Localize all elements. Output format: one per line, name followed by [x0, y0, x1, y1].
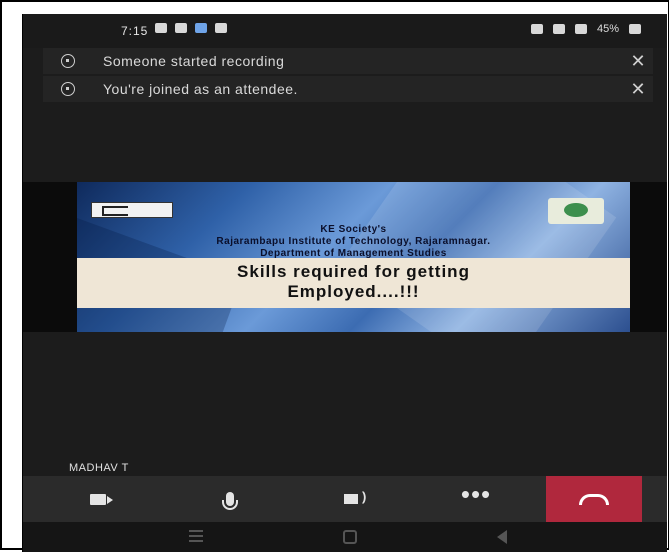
recent-apps-icon[interactable] — [189, 530, 203, 544]
camera-icon — [90, 493, 113, 505]
navigation-icon — [175, 23, 187, 33]
more-icon: ••• — [460, 479, 492, 509]
presentation-slide: KE Society's Rajarambapu Institute of Te… — [77, 182, 630, 332]
wifi-icon — [574, 24, 587, 34]
slide-org-line: Rajarambapu Institute of Technology, Raj… — [216, 236, 491, 247]
speaker-button[interactable] — [331, 476, 371, 522]
slide-org-line: KE Society's — [320, 224, 387, 235]
signal-icon — [552, 24, 565, 34]
slide-title: Skills required for getting Employed....… — [77, 258, 630, 308]
battery-icon — [629, 24, 641, 34]
slide-title-line: Employed....!!! — [287, 282, 420, 301]
shared-content-area: KE Society's Rajarambapu Institute of Te… — [23, 182, 667, 332]
vibrate-icon — [530, 24, 543, 34]
institute-logo — [91, 202, 173, 218]
microphone-icon — [222, 492, 238, 510]
back-icon[interactable] — [497, 530, 507, 544]
info-icon — [61, 54, 75, 68]
notification-icon — [155, 23, 167, 33]
slide-title-line: Skills required for getting — [237, 262, 470, 281]
hang-up-button[interactable] — [546, 476, 642, 522]
status-icons-right: 45% — [530, 23, 641, 35]
status-icons-left — [155, 23, 227, 33]
phone-screen: 7:15 45% Someone started recording ✕ You… — [22, 14, 667, 552]
notification-text: You're joined as an attendee. — [103, 81, 298, 97]
speaker-icon — [344, 489, 366, 504]
status-time: 7:15 — [121, 24, 149, 38]
battery-level: 45% — [596, 23, 619, 35]
home-icon[interactable] — [343, 530, 357, 544]
hang-up-icon — [579, 493, 609, 505]
slide-heading: KE Society's Rajarambapu Institute of Te… — [77, 224, 630, 260]
send-icon — [215, 23, 227, 33]
notification-banner-recording: Someone started recording ✕ — [43, 48, 653, 74]
more-options-button[interactable]: ••• — [453, 476, 499, 522]
teams-icon — [195, 23, 207, 33]
call-control-bar: ••• — [23, 476, 667, 522]
notification-text: Someone started recording — [103, 53, 285, 69]
mic-button[interactable] — [215, 476, 245, 522]
department-logo — [548, 198, 604, 224]
android-nav-bar — [23, 522, 667, 552]
notification-banner-attendee: You're joined as an attendee. ✕ — [43, 76, 653, 102]
close-icon[interactable]: ✕ — [623, 79, 653, 100]
participant-name: MADHAV T — [69, 462, 129, 474]
camera-button[interactable] — [78, 476, 118, 522]
close-icon[interactable]: ✕ — [623, 51, 653, 72]
screenshot-frame: 7:15 45% Someone started recording ✕ You… — [0, 0, 669, 552]
info-icon — [61, 82, 75, 96]
status-bar: 7:15 45% — [23, 14, 667, 48]
